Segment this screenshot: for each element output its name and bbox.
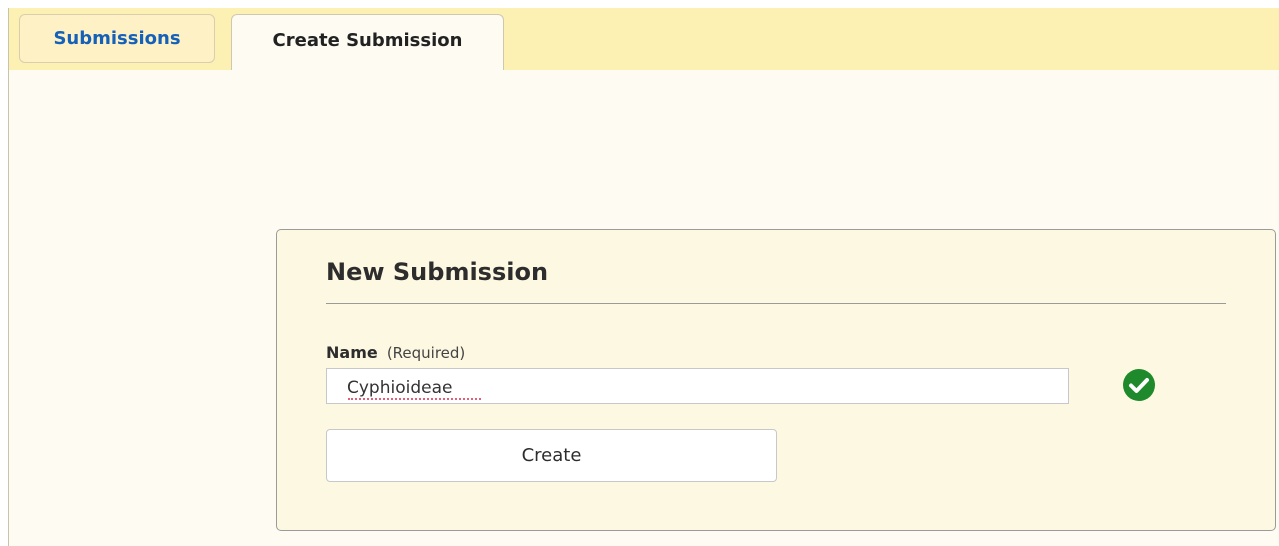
check-circle-icon — [1123, 369, 1155, 401]
app: Submissions Create Submission New Submis… — [0, 0, 1279, 546]
tab-create-submission-label: Create Submission — [272, 30, 463, 51]
tab-submissions-label: Submissions — [53, 28, 181, 49]
tab-submissions[interactable]: Submissions — [19, 14, 215, 63]
tab-bar: Submissions Create Submission — [8, 8, 1279, 73]
required-hint: (Required) — [386, 344, 466, 362]
panel-title: New Submission — [326, 258, 549, 286]
divider — [326, 303, 1226, 304]
new-submission-panel: New Submission Name (Required) Create — [276, 229, 1276, 531]
tab-create-submission[interactable]: Create Submission — [231, 14, 504, 73]
create-button[interactable]: Create — [326, 429, 777, 482]
spellcheck-underline — [348, 398, 481, 400]
name-label: Name — [326, 343, 378, 362]
name-field-label: Name (Required) — [326, 343, 465, 362]
